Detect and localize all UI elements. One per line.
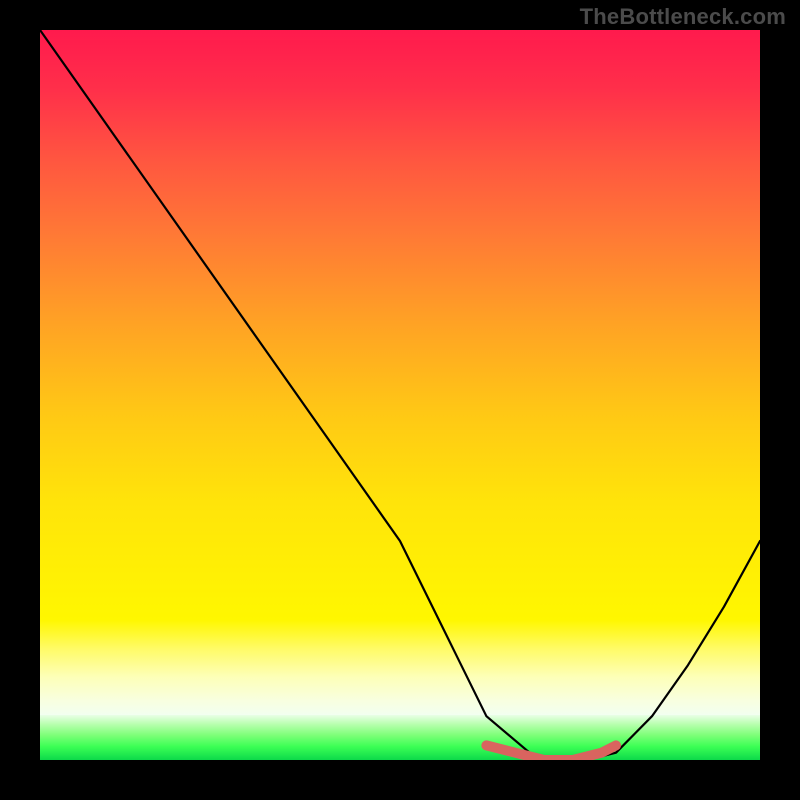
plot-area: [40, 30, 760, 760]
bottleneck-curve-path: [40, 30, 760, 760]
chart-frame: TheBottleneck.com: [0, 0, 800, 800]
watermark-text: TheBottleneck.com: [580, 4, 786, 30]
curve-layer: [40, 30, 760, 760]
optimal-range-path: [486, 745, 616, 760]
